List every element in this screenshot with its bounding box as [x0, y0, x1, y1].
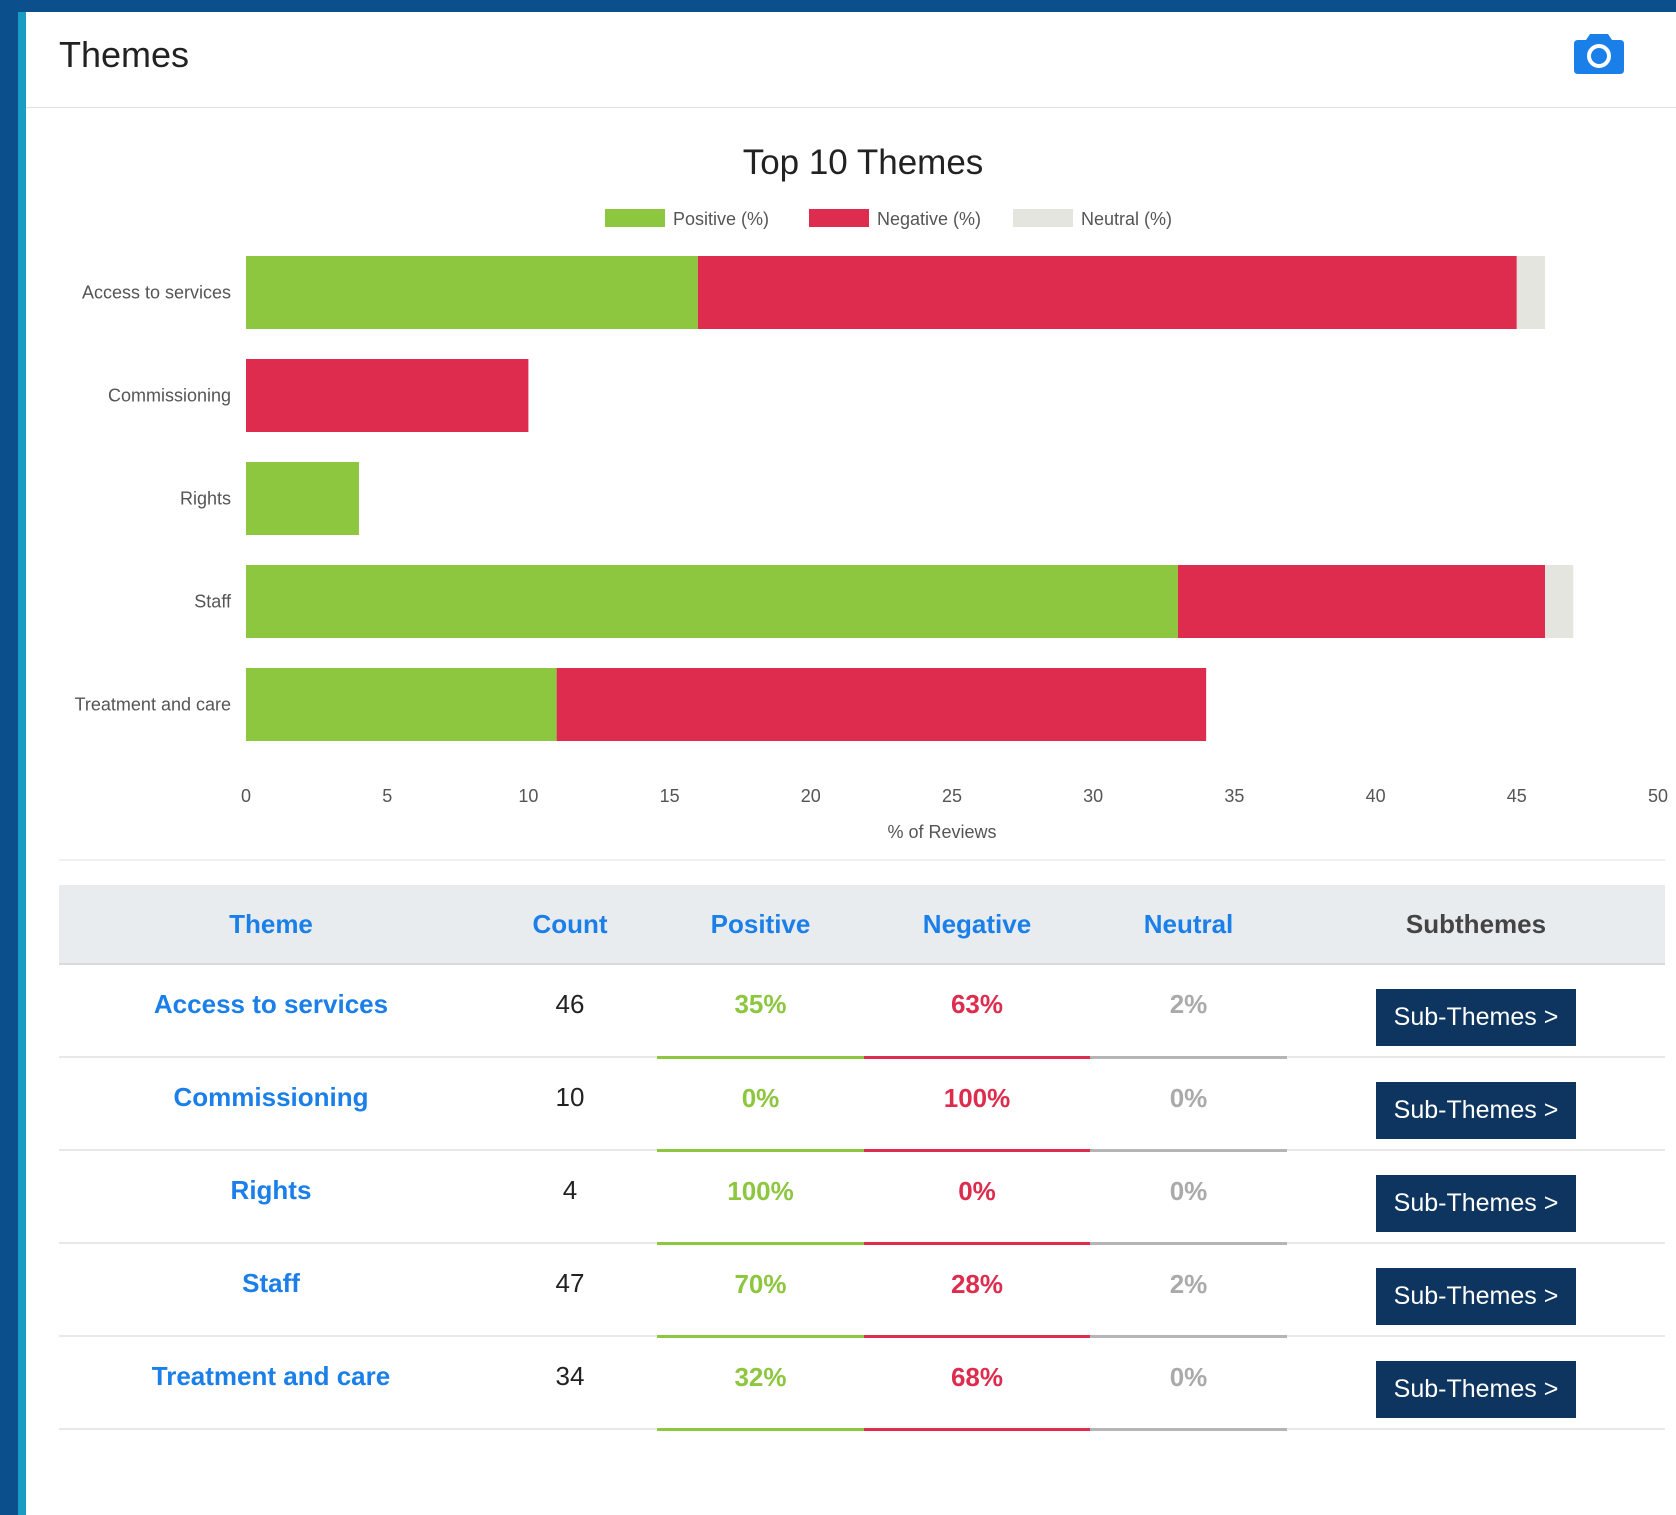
table-row: Rights 4 100% 0% 0% Sub-Themes > — [59, 1150, 1665, 1245]
theme-link[interactable]: Staff — [242, 1268, 300, 1298]
neutral-cell: 0% — [1090, 1336, 1287, 1431]
chart-y-labels: Access to services Commissioning Rights Sta… — [75, 283, 232, 715]
x-tick-10: 50 — [1648, 786, 1668, 806]
header-count[interactable]: Count — [483, 885, 657, 965]
sub-themes-button[interactable]: Sub-Themes > — [1376, 1175, 1576, 1232]
x-tick-0: 0 — [241, 786, 251, 806]
y-label-1: Commissioning — [108, 386, 231, 406]
sub-themes-button[interactable]: Sub-Themes > — [1376, 1268, 1576, 1325]
table-row: Treatment and care 34 32% 68% 0% Sub-The… — [59, 1336, 1665, 1431]
table-header-row: Theme Count Positive Negative Neutral Su… — [59, 885, 1665, 965]
negative-cell: 100% — [864, 1057, 1090, 1152]
count-cell: 46 — [483, 964, 657, 1058]
legend-swatch-1[interactable] — [809, 209, 869, 227]
count-cell: 10 — [483, 1057, 657, 1151]
negative-cell: 63% — [864, 964, 1090, 1059]
positive-cell: 100% — [657, 1150, 864, 1245]
x-axis-label: % of Reviews — [887, 822, 996, 842]
negative-cell: 68% — [864, 1336, 1090, 1431]
neutral-cell: 0% — [1090, 1057, 1287, 1152]
bar-0-0[interactable] — [246, 256, 698, 329]
x-tick-8: 40 — [1366, 786, 1386, 806]
sub-themes-button[interactable]: Sub-Themes > — [1376, 989, 1576, 1046]
bar-2-3[interactable] — [1545, 565, 1574, 638]
chart-legend: Positive (%) Negative (%) Neutral (%) — [605, 209, 1172, 229]
bar-0-4[interactable] — [246, 668, 557, 741]
count-cell: 34 — [483, 1336, 657, 1430]
legend-label-0[interactable]: Positive (%) — [673, 209, 769, 229]
header-subthemes: Subthemes — [1287, 885, 1665, 965]
bar-0-3[interactable] — [246, 565, 1178, 638]
neutral-cell: 2% — [1090, 964, 1287, 1059]
x-tick-6: 30 — [1083, 786, 1103, 806]
sub-themes-button[interactable]: Sub-Themes > — [1376, 1361, 1576, 1418]
legend-swatch-2[interactable] — [1013, 209, 1073, 227]
y-label-2: Rights — [180, 489, 231, 509]
bar-2-0[interactable] — [1516, 256, 1546, 329]
sub-themes-button[interactable]: Sub-Themes > — [1376, 1082, 1576, 1139]
negative-cell: 0% — [864, 1150, 1090, 1245]
themes-table: Theme Count Positive Negative Neutral Su… — [59, 885, 1665, 1431]
neutral-cell: 0% — [1090, 1150, 1287, 1245]
y-label-4: Treatment and care — [75, 695, 231, 715]
x-tick-9: 45 — [1507, 786, 1527, 806]
x-tick-2: 10 — [518, 786, 538, 806]
theme-link[interactable]: Commissioning — [173, 1082, 368, 1112]
bar-1-3[interactable] — [1177, 565, 1546, 638]
themes-card: Themes Top 10 Themes Positive (%) Negativ… — [18, 12, 1676, 1515]
theme-link[interactable]: Rights — [231, 1175, 312, 1205]
chart-x-ticks: 0 5 10 15 20 25 30 35 40 45 50 — [241, 786, 1668, 806]
theme-link[interactable]: Treatment and care — [152, 1361, 390, 1391]
negative-cell: 28% — [864, 1243, 1090, 1338]
x-tick-7: 35 — [1224, 786, 1244, 806]
count-cell: 47 — [483, 1243, 657, 1337]
table-row: Commissioning 10 0% 100% 0% Sub-Themes > — [59, 1057, 1665, 1152]
positive-cell: 70% — [657, 1243, 864, 1338]
positive-cell: 35% — [657, 964, 864, 1059]
section-divider — [59, 859, 1665, 861]
table-row: Staff 47 70% 28% 2% Sub-Themes > — [59, 1243, 1665, 1338]
table-row: Access to services 46 35% 63% 2% Sub-The… — [59, 964, 1665, 1059]
bar-1-0[interactable] — [697, 256, 1517, 329]
x-tick-3: 15 — [660, 786, 680, 806]
bar-0-2[interactable] — [246, 462, 359, 535]
themes-chart: Top 10 Themes Positive (%) Negative (%) Ne… — [75, 143, 1668, 842]
header-neutral[interactable]: Neutral — [1090, 885, 1287, 965]
x-tick-5: 25 — [942, 786, 962, 806]
x-tick-4: 20 — [801, 786, 821, 806]
y-label-3: Staff — [194, 592, 232, 612]
bar-1-4[interactable] — [556, 668, 1207, 741]
chart-title: Top 10 Themes — [743, 143, 984, 182]
positive-cell: 32% — [657, 1336, 864, 1431]
legend-label-1[interactable]: Negative (%) — [877, 209, 981, 229]
positive-cell: 0% — [657, 1057, 864, 1152]
header-negative[interactable]: Negative — [864, 885, 1090, 965]
chart-bars — [246, 256, 1574, 741]
header-positive[interactable]: Positive — [657, 885, 864, 965]
count-cell: 4 — [483, 1150, 657, 1244]
theme-link[interactable]: Access to services — [154, 989, 388, 1019]
legend-label-2[interactable]: Neutral (%) — [1081, 209, 1172, 229]
header-theme[interactable]: Theme — [59, 885, 483, 965]
x-tick-1: 5 — [382, 786, 392, 806]
bar-1-1[interactable] — [246, 359, 529, 432]
neutral-cell: 2% — [1090, 1243, 1287, 1338]
y-label-0: Access to services — [82, 283, 231, 303]
legend-swatch-0[interactable] — [605, 209, 665, 227]
